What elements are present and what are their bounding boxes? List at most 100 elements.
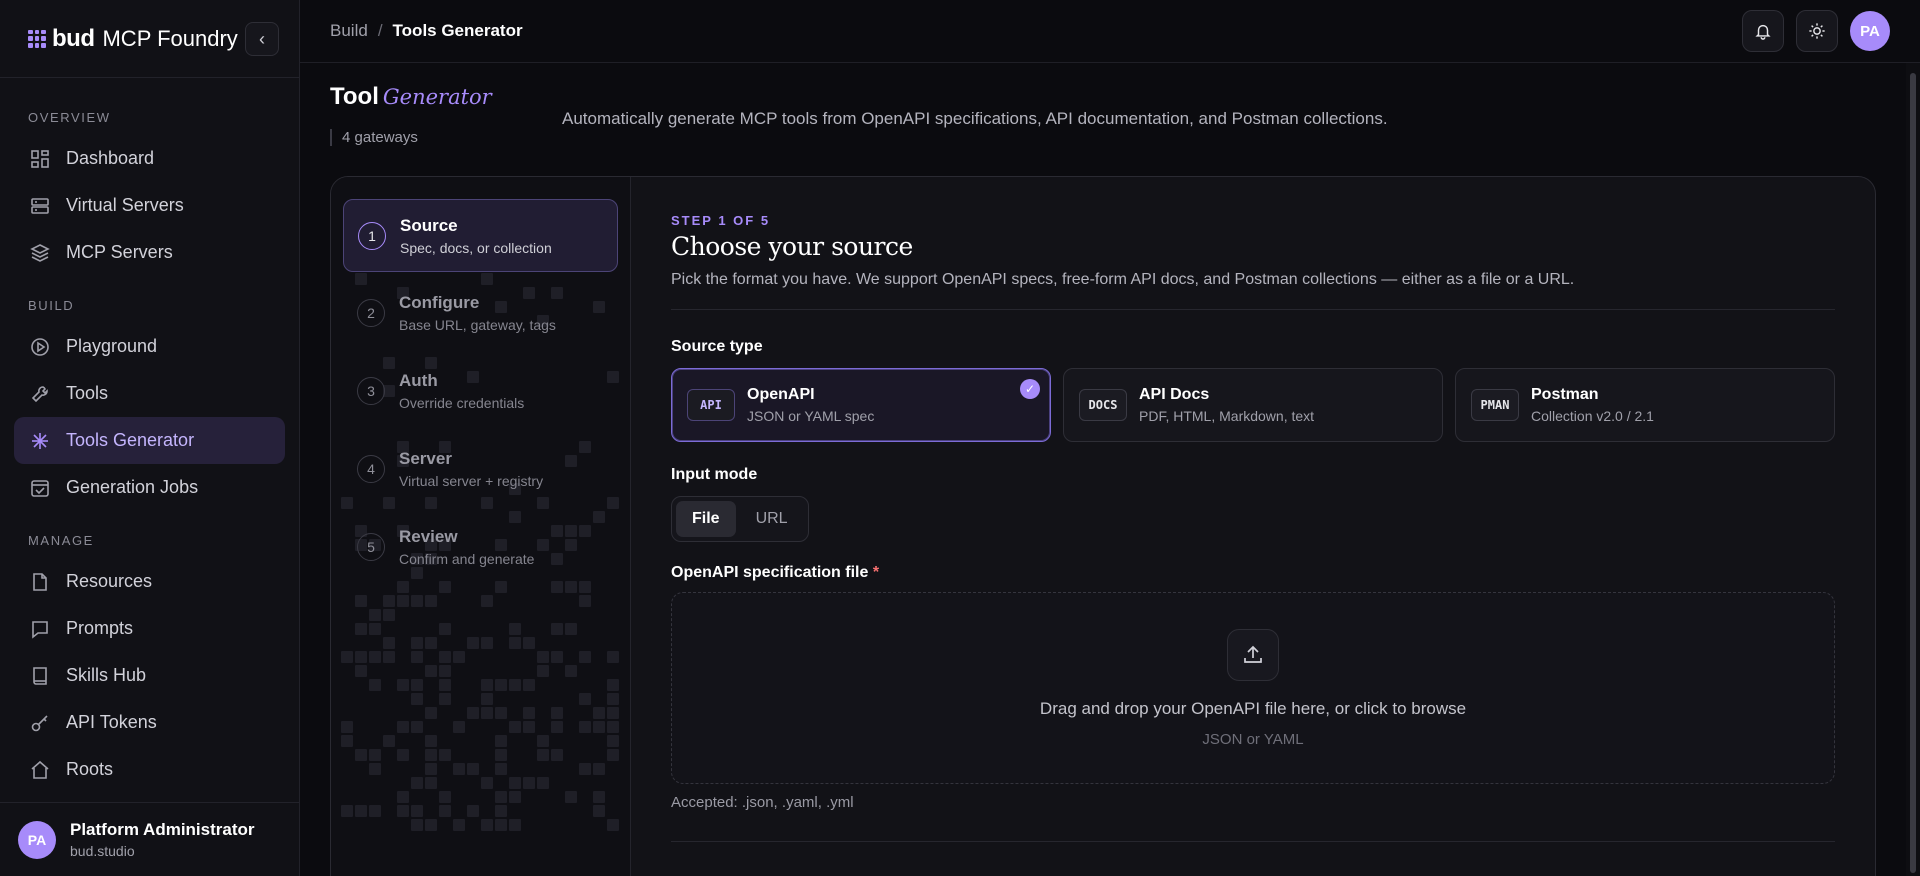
source-card-postman[interactable]: PMAN Postman Collection v2.0 / 2.1 <box>1455 368 1835 442</box>
step-subtitle: Base URL, gateway, tags <box>399 317 556 333</box>
file-field-label: OpenAPI specification file * <box>671 564 1835 582</box>
pixel-decoration <box>565 791 577 803</box>
section-heading: Choose your source <box>671 232 913 261</box>
pixel-decoration <box>411 777 423 789</box>
pixel-decoration <box>523 707 535 719</box>
sidebar-item-prompts[interactable]: Prompts <box>14 605 285 652</box>
brand: bud MCP Foundry ‹ <box>0 0 299 78</box>
sidebar-item-tools-generator[interactable]: Tools Generator <box>14 417 285 464</box>
sun-icon <box>1809 23 1825 39</box>
mode-url-button[interactable]: URL <box>740 501 804 537</box>
pixel-decoration <box>355 623 367 635</box>
required-marker: * <box>872 564 880 581</box>
pixel-decoration <box>439 679 451 691</box>
bell-icon <box>1755 24 1771 40</box>
source-type-label: Source type <box>671 338 763 355</box>
sidebar-item-playground[interactable]: Playground <box>14 323 285 370</box>
sidebar-item-dashboard[interactable]: Dashboard <box>14 135 285 182</box>
sidebar-item-mcp-servers[interactable]: MCP Servers <box>14 229 285 276</box>
sidebar-item-label: Skills Hub <box>66 665 147 685</box>
sidebar-item-tools[interactable]: Tools <box>14 370 285 417</box>
source-card-openapi[interactable]: API OpenAPI JSON or YAML spec ✓ <box>671 368 1051 442</box>
pixel-decoration <box>439 805 451 817</box>
breadcrumb-current: Tools Generator <box>392 21 523 40</box>
pixel-decoration <box>607 749 619 761</box>
top-actions: PA <box>1742 10 1890 52</box>
pixel-decoration <box>355 749 367 761</box>
pixel-decoration <box>383 651 395 663</box>
collapse-sidebar-button[interactable]: ‹ <box>245 22 279 56</box>
step-indicator: STEP 1 OF 5 <box>671 213 771 228</box>
pixel-decoration <box>453 819 465 831</box>
sidebar-item-generation-jobs[interactable]: Generation Jobs <box>14 464 285 511</box>
pixel-decoration <box>439 791 451 803</box>
sidebar-item-label: Tools <box>66 383 109 403</box>
pixel-decoration <box>341 721 353 733</box>
sidebar-item-api-tokens[interactable]: API Tokens <box>14 699 285 746</box>
pixel-decoration <box>495 819 507 831</box>
avatar[interactable]: PA <box>1850 11 1890 51</box>
avatar: PA <box>18 820 56 859</box>
step-review[interactable]: 5 Review Confirm and generate <box>343 511 618 584</box>
pixel-decoration <box>355 651 367 663</box>
step-title: Server <box>399 449 452 468</box>
card-subtitle: Collection v2.0 / 2.1 <box>1531 408 1654 424</box>
sidebar-item-label: Generation Jobs <box>66 477 199 497</box>
pixel-decoration <box>481 707 493 719</box>
pixel-decoration <box>439 651 451 663</box>
step-configure[interactable]: 2 Configure Base URL, gateway, tags <box>343 277 618 350</box>
pixel-decoration <box>607 735 619 747</box>
step-auth[interactable]: 3 Auth Override credentials <box>343 355 618 428</box>
sidebar-item-label: Playground <box>66 336 158 356</box>
pixel-decoration <box>425 637 437 649</box>
notifications-button[interactable] <box>1742 10 1784 52</box>
file-field-label-text: OpenAPI specification file <box>671 564 869 581</box>
pixel-decoration <box>369 609 381 621</box>
page-subtitle: Automatically generate MCP tools from Op… <box>562 109 1388 128</box>
pixel-decoration <box>355 595 367 607</box>
pixel-decoration <box>411 651 423 663</box>
file-dropzone[interactable]: Drag and drop your OpenAPI file here, or… <box>671 592 1835 784</box>
nav-section-overview: OVERVIEW <box>28 110 111 125</box>
theme-toggle-button[interactable] <box>1796 10 1838 52</box>
pixel-decoration <box>509 623 521 635</box>
mode-file-button[interactable]: File <box>676 501 736 537</box>
card-title: OpenAPI <box>747 386 815 403</box>
docs-tag-icon: DOCS <box>1079 389 1127 421</box>
sidebar-item-label: MCP Servers <box>66 242 173 262</box>
pixel-decoration <box>495 805 507 817</box>
check-icon: ✓ <box>1020 379 1040 399</box>
step-number: 1 <box>358 222 386 250</box>
source-card-api-docs[interactable]: DOCS API Docs PDF, HTML, Markdown, text <box>1063 368 1443 442</box>
home-icon <box>31 760 49 779</box>
sidebar-item-resources[interactable]: Resources <box>14 558 285 605</box>
sidebar-item-label: Dashboard <box>66 148 155 168</box>
pixel-decoration <box>453 721 465 733</box>
step-number: 5 <box>357 533 385 561</box>
pixel-decoration <box>495 707 507 719</box>
user-profile[interactable]: PA Platform Administrator bud.studio <box>0 802 299 876</box>
sidebar-item-skills-hub[interactable]: Skills Hub <box>14 652 285 699</box>
pixel-decoration <box>439 693 451 705</box>
step-server[interactable]: 4 Server Virtual server + registry <box>343 433 618 506</box>
generator-wizard: 1 Source Spec, docs, or collection 2 Con… <box>330 176 1876 876</box>
sidebar-item-label: Tools Generator <box>66 430 195 450</box>
dropzone-subtext: JSON or YAML <box>1202 730 1304 748</box>
sidebar-item-virtual-servers[interactable]: Virtual Servers <box>14 182 285 229</box>
chevron-left-icon: ‹ <box>259 28 265 49</box>
pixel-decoration <box>411 721 423 733</box>
pixel-decoration <box>509 679 521 691</box>
step-number: 2 <box>357 299 385 327</box>
pixel-decoration <box>537 735 549 747</box>
pixel-decoration <box>383 609 395 621</box>
step-source[interactable]: 1 Source Spec, docs, or collection <box>343 199 618 272</box>
pixel-decoration <box>551 721 563 733</box>
sidebar-item-roots[interactable]: Roots <box>14 746 285 793</box>
page-scrollbar[interactable] <box>1906 63 1920 876</box>
sidebar-item-label: Roots <box>66 759 114 779</box>
step-title: Auth <box>399 371 438 390</box>
scrollbar-thumb[interactable] <box>1910 73 1916 873</box>
brand-logo[interactable]: bud MCP Foundry <box>28 25 238 53</box>
breadcrumb-build[interactable]: Build <box>330 21 368 41</box>
pixel-decoration <box>355 665 367 677</box>
